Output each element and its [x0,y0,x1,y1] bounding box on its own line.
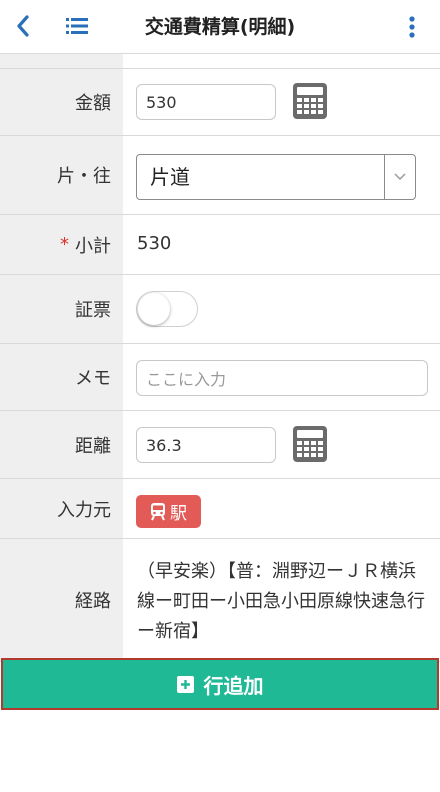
amount-cell: 530 [123,69,440,135]
train-icon [151,502,165,520]
back-button[interactable] [8,10,38,42]
form-row-memo: メモ ここに入力 [0,344,440,411]
distance-label: 距離 [0,411,123,478]
distance-cell: 36.3 [123,411,440,478]
list-button[interactable] [62,11,92,41]
memo-label: メモ [0,344,123,410]
calculator-icon[interactable] [293,426,327,462]
receipt-toggle[interactable] [136,291,198,327]
chevron-down-icon [394,173,406,181]
calculator-icon[interactable] [293,83,327,119]
form-row-subtotal: * 小計 530 [0,215,440,275]
add-row-button[interactable]: 行追加 [1,658,439,710]
page-title: 交通費精算(明細) [144,16,296,38]
source-cell: 駅 [123,479,440,538]
amount-input[interactable]: 530 [136,84,276,120]
subtotal-value: 530 [137,233,172,254]
amount-label: 金額 [0,69,123,135]
form-label-partial [0,54,123,68]
add-row-label: 行追加 [203,673,264,698]
subtotal-label: * 小計 [0,215,123,274]
form-row-receipt: 証票 [0,275,440,344]
form-row-route: 経路 （早安楽）【普：淵野辺ーＪＲ横浜線ー町田ー小田急小田原線快速急行ー新宿】 [0,539,440,662]
dropdown-toggle[interactable] [384,155,415,199]
source-label: 入力元 [0,479,123,538]
app-header: 交通費精算(明細) [0,0,440,54]
plus-icon [176,675,194,693]
list-icon [66,18,88,34]
trip-type-cell: 片道 [123,136,440,214]
form-row-top-partial [0,54,440,69]
receipt-label: 証票 [0,275,123,343]
form-row-amount: 金額 530 [0,69,440,136]
source-badge: 駅 [136,495,201,528]
trip-type-label: 片・往 [0,136,123,214]
memo-input[interactable]: ここに入力 [136,360,428,396]
chevron-left-icon [17,15,29,37]
trip-type-select[interactable]: 片道 [136,154,416,200]
toggle-knob [138,293,170,325]
more-button[interactable] [398,12,426,42]
trip-type-value: 片道 [150,165,190,189]
form-row-distance: 距離 36.3 [0,411,440,479]
more-vertical-icon [409,16,415,38]
form-row-source: 入力元 駅 [0,479,440,539]
subtotal-cell: 530 [123,215,440,274]
source-badge-text: 駅 [170,504,187,524]
required-mark: * [60,234,69,255]
distance-input[interactable]: 36.3 [136,427,276,463]
receipt-cell [123,275,440,343]
route-value: （早安楽）【普：淵野辺ーＪＲ横浜線ー町田ー小田急小田原線快速急行ー新宿】 [137,561,425,642]
memo-cell: ここに入力 [123,344,440,410]
form-row-trip-type: 片・往 片道 [0,136,440,215]
route-cell: （早安楽）【普：淵野辺ーＪＲ横浜線ー町田ー小田急小田原線快速急行ー新宿】 [123,539,440,661]
route-label: 経路 [0,539,123,661]
